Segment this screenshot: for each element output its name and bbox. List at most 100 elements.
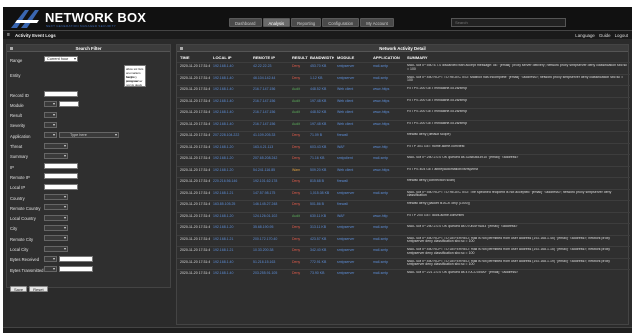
cell-bandwidth[interactable]: 1,015.08 KB <box>310 191 334 195</box>
table-row[interactable]: 2020-11-20 17:31:46 192.168.1.40 216.7.147… <box>177 119 630 132</box>
cell-module[interactable]: firewall <box>337 179 371 183</box>
cell-application[interactable]: mail-smtp <box>373 271 401 275</box>
cell-module[interactable]: firewall <box>337 133 371 137</box>
cell-local-ip[interactable]: 192.168.1.40 <box>213 122 251 126</box>
country-select[interactable]: ▾ <box>44 194 68 200</box>
tab-dashboard[interactable]: Dashboard <box>229 18 262 27</box>
cell-bandwidth[interactable]: 342.40 KB <box>310 248 334 252</box>
cell-bandwidth[interactable]: 1.12 KB <box>310 76 334 80</box>
cell-local-ip[interactable]: 192.168.1.40 <box>213 260 251 264</box>
cell-local-ip[interactable]: 192.168.1.40 <box>213 99 251 103</box>
cell-local-ip[interactable]: 192.168.1.40 <box>213 87 251 91</box>
tab-my-account[interactable]: My Account <box>360 18 394 27</box>
col-summary[interactable]: SUMMARY <box>407 55 627 60</box>
cell-module[interactable]: WAF <box>337 145 371 149</box>
col-application[interactable]: APPLICATION <box>373 55 401 60</box>
col-bandwidth[interactable]: BANDWIDTH <box>310 55 334 60</box>
table-row[interactable]: 2020-11-20 17:31:46 192.168.1.20 35.68.190… <box>177 223 630 235</box>
cell-module[interactable]: smtpserver <box>337 271 371 275</box>
cell-local-ip[interactable]: 192.168.1.20 <box>213 168 251 172</box>
module-select[interactable]: ▾ <box>44 101 57 108</box>
cell-module[interactable]: WAF <box>337 214 371 218</box>
cell-remote-ip[interactable]: 216.7.147.156 <box>253 122 291 126</box>
cell-remote-ip[interactable]: 10.33.200.38 <box>253 248 291 252</box>
cell-local-ip[interactable]: 192.168.1.40 <box>213 271 251 275</box>
summary-select[interactable]: ▾ <box>44 152 68 159</box>
cell-module[interactable]: Web client <box>337 99 371 103</box>
cell-remote-ip[interactable]: 42.22.22.23 <box>253 64 291 68</box>
cell-remote-ip[interactable]: 216.7.147.156 <box>253 110 291 114</box>
cell-remote-ip[interactable]: 41.109.205.33 <box>253 133 291 137</box>
col-remote-ip[interactable]: REMOTE IP <box>253 55 291 60</box>
cell-local-ip[interactable]: 192.168.1.21 <box>213 237 251 241</box>
threat-select[interactable]: ▾ <box>44 142 68 149</box>
table-row[interactable]: 2020-11-20 17:31:46 192.168.1.40 46.104.14… <box>177 73 630 86</box>
save-button[interactable]: Save <box>10 286 28 292</box>
cell-module[interactable]: smtpserver <box>337 237 371 241</box>
cell-remote-ip[interactable]: 51.216.15.163 <box>253 260 291 264</box>
cell-bandwidth[interactable]: 197.48 KB <box>310 99 334 103</box>
cell-module[interactable]: smtpserver <box>337 260 371 264</box>
cell-application[interactable]: www-https <box>373 110 401 114</box>
table-row[interactable]: 2020-11-20 17:31:46 192.168.1.40 216.7.147… <box>177 85 630 97</box>
cell-bandwidth[interactable]: 73.90 KB <box>310 271 334 275</box>
cell-local-ip[interactable]: 192.168.1.21 <box>213 248 251 252</box>
tab-analysis[interactable]: Analysis <box>262 18 291 27</box>
cell-bandwidth[interactable]: 501.86 B <box>310 202 334 206</box>
remote-ip-input[interactable] <box>44 173 78 180</box>
logout-link[interactable]: Logout <box>615 33 628 38</box>
cell-module[interactable]: smtpserver <box>337 76 371 80</box>
cell-application[interactable]: mail-smtp <box>373 237 401 241</box>
cell-module[interactable]: smtpserver <box>337 225 371 229</box>
cell-remote-ip[interactable]: 200.172.170.40 <box>253 237 291 241</box>
cell-local-ip[interactable]: 192.168.1.20 <box>213 145 251 149</box>
cell-module[interactable]: Web client <box>337 168 371 172</box>
table-row[interactable]: 2020-11-20 17:31:46 192.168.1.40 203.255.9… <box>177 269 630 281</box>
table-row[interactable]: 2020-11-20 17:31:46 220.216.56.146 192.101… <box>177 177 630 189</box>
application-select[interactable]: Type here ▾ <box>59 132 119 139</box>
record-id-input[interactable] <box>44 91 78 97</box>
table-row[interactable]: 2020-11-20 17:31:46 192.168.1.40 51.216.15… <box>177 257 630 270</box>
menu-icon[interactable]: ≡ <box>7 33 12 38</box>
cell-application[interactable]: mail-smtp <box>373 64 401 68</box>
application-operator-select[interactable]: ▾ <box>44 132 57 139</box>
cell-remote-ip[interactable]: 124.126.01.102 <box>253 214 291 218</box>
table-row[interactable]: 2020-11-20 17:31:46 192.168.1.21 10.33.200… <box>177 246 630 258</box>
cell-remote-ip[interactable]: 163.4.21.113 <box>253 145 291 149</box>
cell-local-ip[interactable]: 192.168.1.40 <box>213 76 251 80</box>
cell-bandwidth[interactable]: 448.52 KB <box>310 110 334 114</box>
cell-local-ip[interactable]: 192.168.1.20 <box>213 214 251 218</box>
col-local-ip[interactable]: LOCAL IP <box>213 55 251 60</box>
result-select[interactable]: ▾ <box>44 111 57 118</box>
cell-module[interactable]: smtpserver <box>337 191 371 195</box>
bytes-received-input[interactable] <box>59 255 93 262</box>
cell-local-ip[interactable]: 163.85.105.25 <box>213 202 251 206</box>
cell-application[interactable]: www-https <box>373 99 401 103</box>
cell-application[interactable]: mail-smtp <box>373 191 401 195</box>
cell-application[interactable]: mail-smtp <box>373 156 401 160</box>
cell-module[interactable]: Web client <box>337 87 371 91</box>
cell-module[interactable]: firewall <box>337 202 371 206</box>
bytes-transmitted-select[interactable]: ▾ <box>44 266 57 273</box>
table-row[interactable]: 2020-11-20 17:31:46 192.168.1.20 163.4.21.… <box>177 142 630 155</box>
cell-bandwidth[interactable]: 772.91 KB <box>310 260 334 264</box>
cell-remote-ip[interactable]: 192.101.62.178 <box>253 179 291 183</box>
guide-link[interactable]: Guide <box>599 33 611 38</box>
cell-application[interactable]: www-https <box>373 122 401 126</box>
city-select[interactable]: ▾ <box>44 224 68 231</box>
cell-bandwidth[interactable]: 423.57 KB <box>310 237 334 241</box>
cell-local-ip[interactable]: 192.168.1.20 <box>213 156 251 160</box>
cell-bandwidth[interactable]: 453.70 KB <box>310 64 334 68</box>
cell-bandwidth[interactable]: 509.20 KB <box>310 168 334 172</box>
cell-bandwidth[interactable]: 197.48 KB <box>310 122 334 126</box>
bytes-transmitted-input[interactable] <box>59 266 93 273</box>
table-row[interactable]: 2020-11-20 17:31:46 192.168.1.21 200.172.1… <box>177 234 630 247</box>
table-row[interactable]: 2020-11-20 17:31:46 192.168.1.20 124.126.0… <box>177 211 630 224</box>
cell-remote-ip[interactable]: 46.104.142.44 <box>253 76 291 80</box>
table-row[interactable]: 2020-11-20 17:31:46 192.168.1.40 42.22.22.… <box>177 62 630 74</box>
cell-local-ip[interactable]: 192.168.1.40 <box>213 64 251 68</box>
table-row[interactable]: 2020-11-20 17:31:46 163.85.105.25 146.145.… <box>177 200 630 212</box>
cell-bandwidth[interactable]: 630.11 KB <box>310 214 334 218</box>
entity-listbox[interactable]: allow ssl lists anomaliers burglary bank c… <box>124 65 146 87</box>
cell-application[interactable]: www-https <box>373 87 401 91</box>
